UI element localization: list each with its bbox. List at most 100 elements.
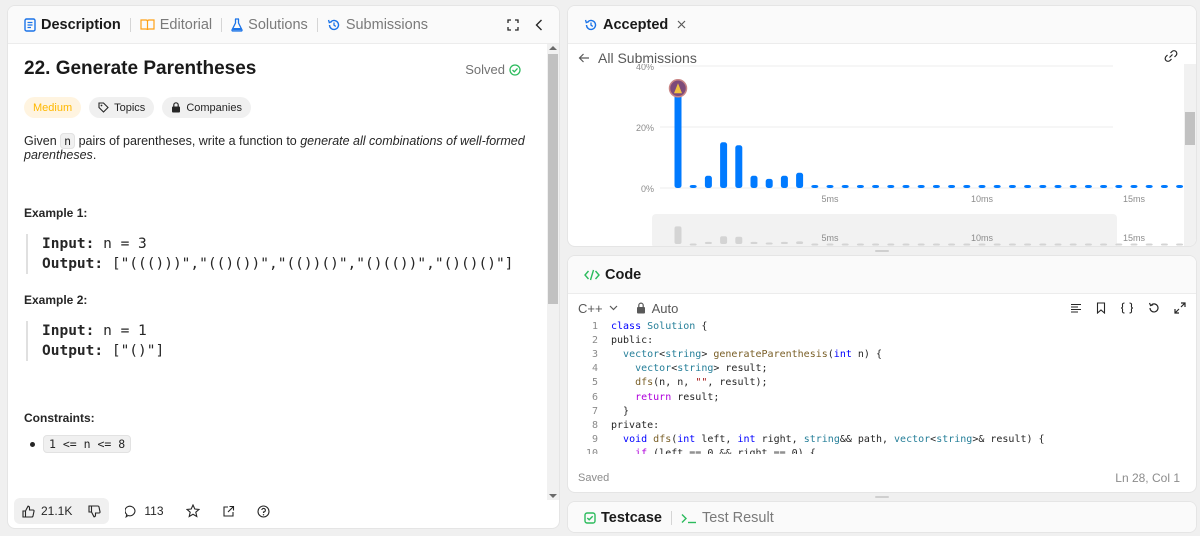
range-bar	[765, 242, 773, 245]
link-icon[interactable]	[1164, 50, 1178, 62]
code-line[interactable]: if (left == 0 && right == 0) {	[611, 447, 816, 454]
scroll-thumb[interactable]	[548, 54, 558, 304]
runtime-distribution-chart: 40%20%0% 5ms10ms15ms20ms25ms 5ms10ms15ms…	[568, 64, 1186, 246]
runtime-bar[interactable]	[780, 175, 788, 188]
bookmark-icon[interactable]	[1096, 302, 1106, 314]
fullscreen-icon[interactable]	[507, 18, 519, 31]
code-line[interactable]: }	[611, 405, 629, 419]
runtime-bar[interactable]	[978, 184, 986, 188]
runtime-bar[interactable]	[689, 184, 697, 188]
tab-editorial[interactable]: Editorial	[134, 17, 218, 33]
companies-chip[interactable]: Companies	[162, 97, 251, 118]
runtime-bar[interactable]	[963, 184, 971, 188]
description-content: 22. Generate Parentheses Solved Medium T…	[8, 44, 549, 496]
runtime-bar[interactable]	[872, 184, 880, 188]
runtime-bar[interactable]	[1008, 184, 1016, 188]
code-line[interactable]: return result;	[611, 391, 719, 405]
code-editor[interactable]: 1 class Solution {2 public: 3 vector<string…	[568, 318, 1190, 454]
comments-button[interactable]: 113	[119, 504, 169, 518]
runtime-bar[interactable]	[917, 184, 925, 188]
runtime-bar[interactable]	[1084, 184, 1092, 188]
auto-mode[interactable]: Auto	[636, 301, 678, 316]
runtime-bar[interactable]	[1145, 184, 1153, 188]
dislike-button[interactable]	[80, 504, 109, 518]
range-bar	[689, 243, 697, 246]
code-line[interactable]: private:	[611, 419, 659, 433]
runtime-bar[interactable]	[1069, 184, 1077, 188]
resize-handle-horizontal[interactable]	[875, 250, 889, 252]
runtime-bar[interactable]	[765, 178, 773, 188]
runtime-bar[interactable]	[887, 184, 895, 188]
star-icon	[185, 504, 200, 518]
line-number: 3	[591, 349, 598, 361]
description-panel: Description Editorial Solutions Submissi…	[7, 5, 560, 529]
collapse-left-icon[interactable]	[535, 19, 543, 31]
runtime-bar[interactable]	[674, 84, 682, 188]
code-line[interactable]: vector<string> result;	[611, 362, 767, 376]
tab-accepted-label: Accepted	[603, 16, 669, 33]
help-button[interactable]	[251, 504, 276, 518]
y-tick-label: 0%	[641, 184, 654, 194]
like-button[interactable]: 21.1K	[14, 504, 80, 518]
runtime-bar[interactable]	[750, 175, 758, 188]
flask-icon	[231, 17, 243, 32]
runtime-bar[interactable]	[704, 175, 712, 188]
tab-solutions[interactable]: Solutions	[225, 17, 314, 33]
resize-handle-horizontal[interactable]	[875, 496, 889, 498]
code-line[interactable]: vector<string> generateParenthesis(int n…	[611, 348, 882, 362]
reset-icon[interactable]	[1148, 302, 1160, 314]
code-panel: Code C++ Auto 1 class Solution {2 public: 3…	[567, 255, 1197, 493]
runtime-bar[interactable]	[1054, 184, 1062, 188]
runtime-bar[interactable]	[856, 184, 864, 188]
share-button[interactable]	[216, 505, 241, 518]
runtime-bar[interactable]	[902, 184, 910, 188]
example-1-output: ["((()))","(()())","(())()","()(())","()…	[111, 256, 514, 272]
tab-accepted[interactable]: Accepted	[578, 17, 692, 33]
scroll-up-arrow[interactable]	[549, 46, 557, 50]
runtime-bar[interactable]	[1024, 184, 1032, 188]
range-bar	[1145, 243, 1153, 246]
tab-code[interactable]: Code	[578, 267, 647, 283]
code-line[interactable]: public:	[611, 334, 653, 348]
language-select[interactable]: C++	[578, 301, 618, 316]
format-icon[interactable]	[1070, 303, 1082, 314]
favorite-button[interactable]	[180, 504, 206, 518]
expand-icon[interactable]	[1174, 302, 1186, 314]
close-icon[interactable]	[677, 20, 686, 29]
tab-description-label: Description	[41, 16, 121, 33]
y-tick-label: 20%	[636, 123, 654, 133]
runtime-bar[interactable]	[1160, 184, 1168, 188]
code-line[interactable]: dfs(n, n, "", result);	[611, 376, 767, 390]
code-line[interactable]: class Solution {	[611, 320, 707, 334]
runtime-bar[interactable]	[932, 184, 940, 188]
runtime-bar[interactable]	[826, 184, 834, 188]
range-bar	[902, 243, 910, 246]
runtime-bar[interactable]	[735, 145, 743, 188]
result-scrollbar[interactable]	[1184, 64, 1196, 246]
tab-editorial-label: Editorial	[159, 16, 213, 33]
runtime-bar[interactable]	[948, 184, 956, 188]
runtime-bar[interactable]	[993, 184, 1001, 188]
braces-icon[interactable]	[1120, 302, 1134, 314]
runtime-bar[interactable]	[720, 142, 728, 188]
comment-count: 113	[144, 504, 164, 518]
constraints-heading: Constraints:	[24, 411, 95, 425]
runtime-bar[interactable]	[1176, 184, 1184, 188]
result-scroll-thumb[interactable]	[1185, 112, 1195, 145]
runtime-bar[interactable]	[796, 172, 804, 188]
topics-chip[interactable]: Topics	[89, 97, 155, 118]
tab-description[interactable]: Description	[18, 17, 127, 33]
line-number: 4	[591, 363, 598, 375]
tab-submissions[interactable]: Submissions	[321, 17, 434, 33]
runtime-bar[interactable]	[811, 184, 819, 188]
runtime-bar[interactable]	[1039, 184, 1047, 188]
description-scrollbar[interactable]	[547, 44, 559, 500]
runtime-bar[interactable]	[1100, 184, 1108, 188]
runtime-bar[interactable]	[1115, 184, 1123, 188]
range-bar	[750, 241, 758, 244]
runtime-bar[interactable]	[841, 184, 849, 188]
tab-testcase[interactable]: Testcase	[578, 510, 668, 526]
tab-test-result[interactable]: Test Result	[675, 510, 780, 526]
code-line[interactable]: void dfs(int left, int right, string&& p…	[611, 433, 1045, 447]
runtime-bar[interactable]	[1130, 184, 1138, 188]
